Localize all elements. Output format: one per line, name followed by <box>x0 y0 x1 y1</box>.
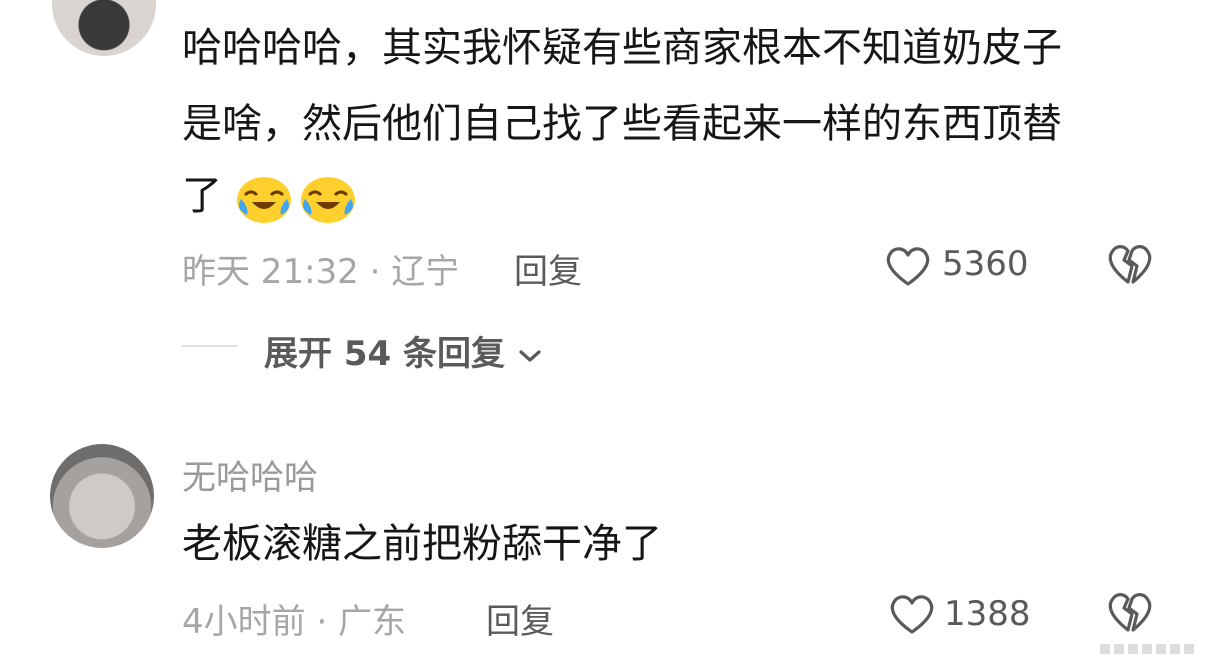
like-heart-icon[interactable] <box>888 592 936 636</box>
username[interactable]: 无哈哈哈 <box>182 450 318 499</box>
crying-laughing-emoji <box>300 177 355 223</box>
like-heart-icon[interactable] <box>884 244 932 288</box>
comment-meta: 昨天 21:32 · 辽宁 <box>182 252 460 292</box>
avatar[interactable] <box>52 0 156 56</box>
crying-laughing-emoji <box>236 177 291 223</box>
comment-text-line: 了 <box>182 160 363 232</box>
comment-text-line: 老板滚糖之前把粉舔干净了 <box>182 521 662 567</box>
dislike-broken-heart-icon[interactable] <box>1106 590 1154 634</box>
expand-replies-button[interactable]: 展开 54 条回复 <box>264 326 543 375</box>
comment-text-line: 是啥，然后他们自己找了些看起来一样的东西顶替 <box>182 101 1062 147</box>
divider <box>182 345 238 347</box>
reply-button[interactable]: 回复 <box>514 244 582 293</box>
like-count: 5360 <box>942 244 1029 284</box>
like-count: 1388 <box>944 594 1031 634</box>
dislike-broken-heart-icon[interactable] <box>1106 242 1154 286</box>
comment-text-fragment: 了 <box>182 173 222 219</box>
watermark-logo <box>1100 644 1194 654</box>
reply-button[interactable]: 回复 <box>486 594 554 643</box>
chevron-down-icon <box>519 349 541 362</box>
expand-replies-label: 展开 54 条回复 <box>264 334 505 374</box>
comment-text-line: 哈哈哈哈，其实我怀疑有些商家根本不知道奶皮子 <box>182 25 1062 71</box>
comment-meta: 4小时前 · 广东 <box>182 602 407 642</box>
avatar[interactable] <box>50 444 154 548</box>
